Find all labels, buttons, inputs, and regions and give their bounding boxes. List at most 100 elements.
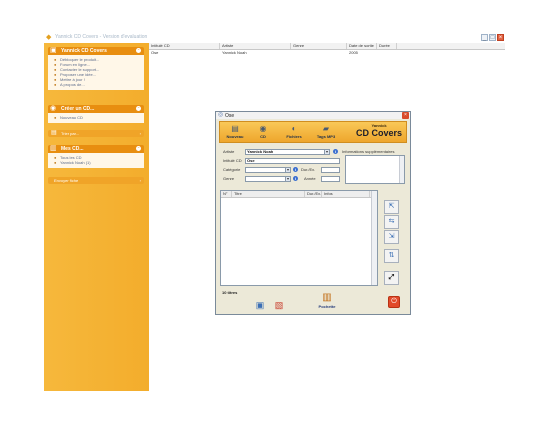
- dialog-title: Ose: [225, 113, 235, 119]
- panel-print-title: Mes CD...: [61, 146, 84, 152]
- dialog-close-button[interactable]: ×: [402, 112, 409, 119]
- artist-label: Artiste: [223, 149, 235, 154]
- tracks-header: N° Titre Dur./Ex. Infos: [221, 191, 377, 198]
- tracks-column-title[interactable]: Titre: [232, 191, 305, 197]
- move-track-button[interactable]: ⇅: [384, 249, 399, 263]
- list-header: Intitulé CD Artiste Genre Date de sortie…: [149, 43, 505, 50]
- tracks-list: N° Titre Dur./Ex. Infos: [220, 190, 378, 286]
- column-date[interactable]: Date de sortie: [347, 43, 377, 49]
- panel-create-header[interactable]: ◉ Créer un CD... ⌃: [48, 105, 144, 113]
- tracks-scrollbar[interactable]: [371, 191, 377, 285]
- column-title[interactable]: Intitulé CD: [149, 43, 220, 49]
- info-scrollbar[interactable]: [399, 156, 404, 183]
- panel-print: ▥ Mes CD... ⌃ ● Tous les CD ● Yannick Noah…: [48, 145, 144, 168]
- row-artist: Yannick Noah: [222, 50, 247, 55]
- sort-icon: ▤: [51, 130, 57, 136]
- panel-print-header[interactable]: ▥ Mes CD... ⌃: [48, 145, 144, 153]
- collapse-icon[interactable]: ⌃: [136, 106, 141, 111]
- duration-label: Dur./Ex.: [301, 167, 316, 172]
- genre-label: Genre: [223, 176, 235, 181]
- numbering-button[interactable]: ⤢: [384, 271, 399, 285]
- cd-icon: ◎: [218, 112, 224, 118]
- year-label: Année: [304, 176, 316, 181]
- new-button[interactable]: ▤ Nouveau: [224, 123, 246, 142]
- genre-info-icon[interactable]: i: [293, 176, 298, 181]
- new-button-label: Nouveau: [226, 134, 244, 139]
- sidebar-item-label: A propos de...: [60, 82, 85, 87]
- cd-dialog: ◎ Ose × ▤ Nouveau ◉ CD ◐ Fichiers ▰ Tags…: [215, 111, 411, 315]
- panel-create: ◉ Créer un CD... ⌃ ● Nouveau CD: [48, 105, 144, 123]
- year-field[interactable]: [321, 176, 340, 182]
- tracks-column-number[interactable]: N°: [221, 191, 232, 197]
- category-info-icon[interactable]: i: [293, 167, 298, 172]
- track-count: 10 titres: [222, 290, 238, 295]
- sidebar-item-new-cd[interactable]: ● Nouveau CD: [54, 115, 140, 120]
- tags-button-label: Tags MP3: [316, 134, 336, 139]
- pochette-label: Pochette: [318, 304, 336, 309]
- brand-logo: Yannick CD Covers: [352, 124, 406, 141]
- delete-track-button[interactable]: ⇲: [384, 230, 399, 244]
- duration-field[interactable]: [321, 167, 340, 173]
- car-icon: ▰: [322, 124, 330, 133]
- app-icon: ◆: [46, 34, 52, 41]
- category-dropdown[interactable]: ▾: [285, 167, 291, 173]
- column-artist[interactable]: Artiste: [220, 43, 291, 49]
- update-icon: ●: [54, 76, 57, 82]
- edit-track-button[interactable]: ⇆: [384, 215, 399, 229]
- close-button[interactable]: ×: [497, 34, 504, 41]
- new-document-icon: ▤: [231, 124, 239, 133]
- row-date: 2005: [349, 50, 358, 55]
- cd-icon: ●: [54, 154, 57, 160]
- sidebar-item-about[interactable]: ● A propos de...: [54, 82, 140, 87]
- panel-search[interactable]: Envoyer fiche ›: [48, 177, 144, 184]
- title-bar: ◆ Yannick CD Covers - Version d'evaluati…: [44, 33, 505, 43]
- collapse-icon[interactable]: ⌃: [136, 48, 141, 53]
- files-icon: ◐: [291, 124, 297, 133]
- tracks-column-duration[interactable]: Dur./Ex.: [305, 191, 322, 197]
- genre-dropdown[interactable]: ▾: [285, 176, 291, 182]
- sidebar-item-label: Nouveau CD: [60, 115, 83, 120]
- panel-sort[interactable]: ▤ Trier par... ›: [48, 130, 144, 137]
- brand-big: CD Covers: [355, 128, 402, 138]
- bulb-icon: ●: [54, 71, 57, 77]
- info-icon: ●: [54, 81, 57, 87]
- column-genre[interactable]: Genre: [291, 43, 347, 49]
- table-row[interactable]: Ose Yannick Noah 2005: [149, 50, 505, 55]
- files-button[interactable]: ◐ Fichiers: [283, 123, 305, 142]
- cd-icon: ▣: [50, 47, 57, 54]
- panel-search-title: Envoyer fiche: [54, 178, 79, 183]
- artist-field[interactable]: Yannick Noah: [245, 149, 330, 155]
- info-textarea[interactable]: [345, 155, 405, 184]
- info-icon[interactable]: i: [333, 149, 338, 154]
- delete-icon[interactable]: ▧: [273, 299, 285, 311]
- cd-icon: ●: [54, 114, 57, 120]
- cd-icon: ◉: [259, 124, 267, 133]
- cd-button-label: CD: [260, 134, 266, 139]
- panel-create-title: Créer un CD...: [61, 106, 95, 112]
- collapse-icon[interactable]: ⌃: [136, 146, 141, 151]
- pochette-button[interactable]: ▥ Pochette: [316, 292, 338, 312]
- dialog-toolbar: ▤ Nouveau ◉ CD ◐ Fichiers ▰ Tags MP3 Yan…: [219, 121, 407, 143]
- sidebar-item-label: Yannick Noah (1): [60, 160, 91, 165]
- add-track-button[interactable]: ⇱: [384, 200, 399, 214]
- category-label: Catégorie: [223, 167, 241, 172]
- panel-sort-title: Trier par...: [61, 131, 80, 136]
- forum-icon: ●: [54, 61, 57, 67]
- window-title: Yannick CD Covers - Version d'evaluation: [55, 34, 148, 40]
- dialog-title-bar: ◎ Ose ×: [216, 112, 410, 119]
- cd-icon: ◉: [50, 105, 57, 112]
- artist-dropdown[interactable]: ▾: [324, 149, 330, 155]
- tracks-column-info[interactable]: Infos: [322, 191, 370, 197]
- minimize-button[interactable]: _: [481, 34, 488, 41]
- cover-icon: ▥: [322, 292, 332, 303]
- panel-main-header[interactable]: ▣ Yannick CD Covers ⌃: [48, 47, 144, 55]
- column-duration[interactable]: Durée: [377, 43, 397, 49]
- row-title: Ose: [151, 50, 159, 55]
- tags-button[interactable]: ▰ Tags MP3: [315, 123, 337, 142]
- save-icon[interactable]: ▣: [254, 299, 266, 311]
- sidebar-item-artist[interactable]: ● Yannick Noah (1): [54, 160, 140, 165]
- power-button[interactable]: ⏻: [388, 296, 400, 308]
- cd-button[interactable]: ◉ CD: [252, 123, 274, 142]
- title-field[interactable]: Ose: [245, 158, 340, 164]
- maximize-button[interactable]: □: [489, 34, 496, 41]
